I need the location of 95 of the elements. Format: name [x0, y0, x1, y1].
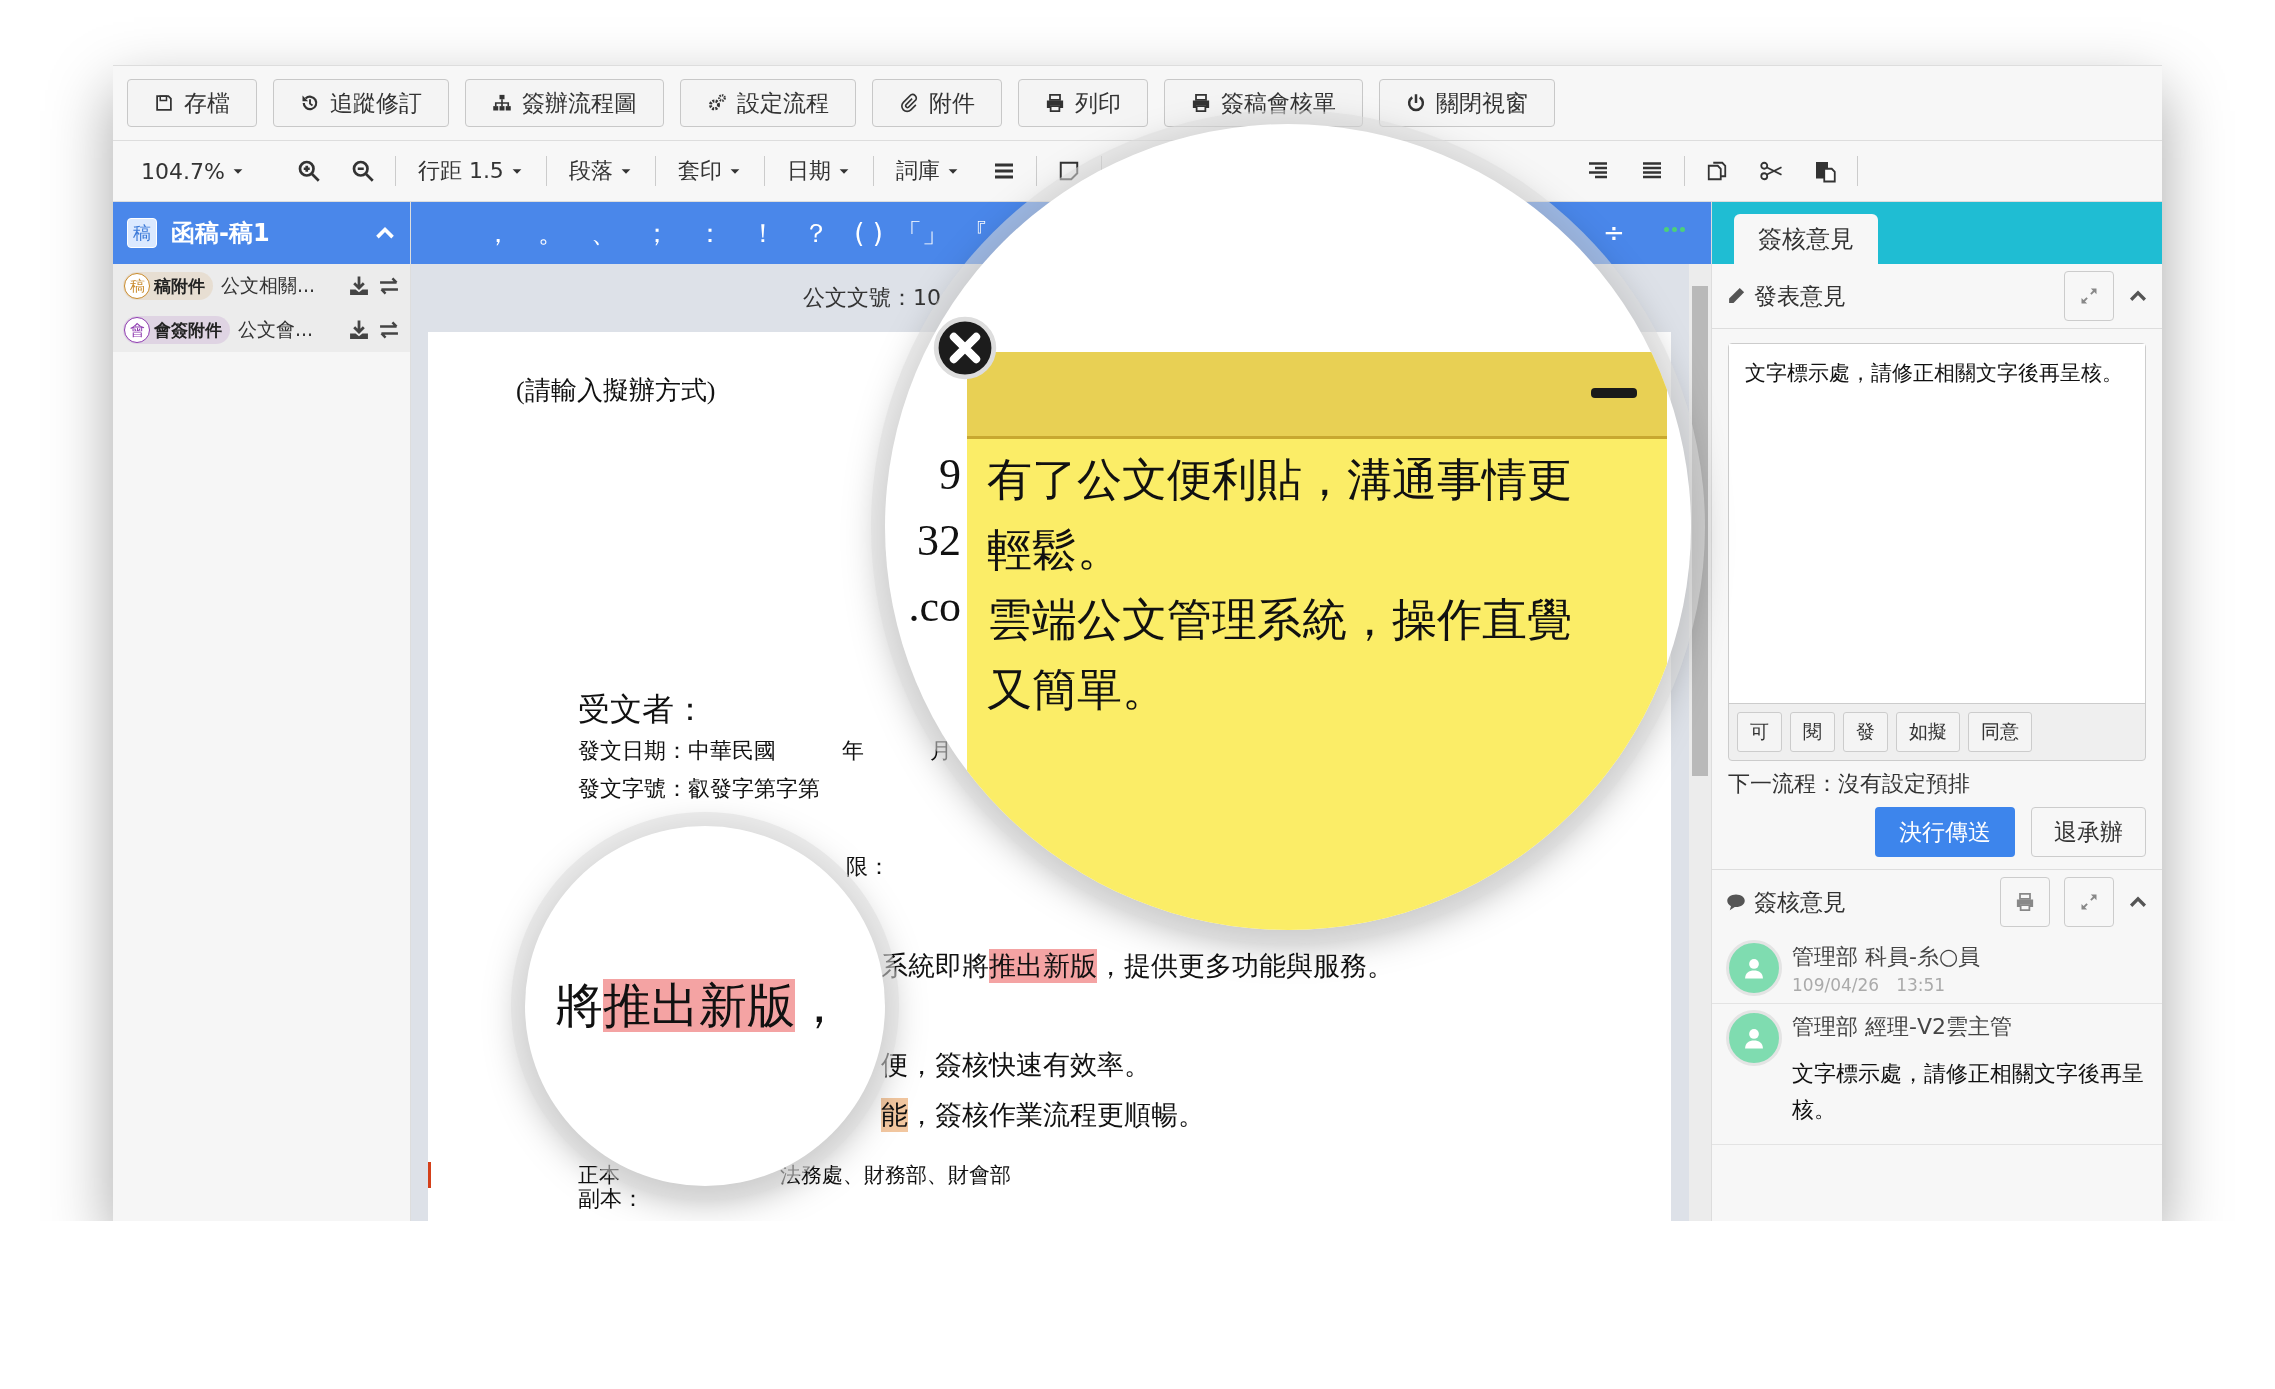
toolbar-button[interactable]: 存檔 — [127, 79, 257, 127]
pencil-icon — [1726, 286, 1746, 306]
punctuation-button[interactable]: ！ — [736, 215, 789, 251]
printer-icon — [1045, 93, 1065, 113]
badge-circle-icon: 會 — [124, 317, 150, 343]
author-name: 管理部 經理-V2雲主管 — [1792, 1013, 2013, 1041]
quick-phrase-button[interactable]: 發 — [1843, 712, 1888, 752]
dropdown[interactable]: 套印 — [665, 156, 754, 186]
document-text: 法務處、財務部、財會部 — [780, 1163, 1011, 1187]
toolbar-button[interactable]: 追蹤修訂 — [273, 79, 449, 127]
comment-text: 文字標示處，請修正相關文字後再呈核。 — [1792, 1060, 2145, 1124]
quick-phrase-button[interactable]: 閱 — [1790, 712, 1835, 752]
document-text: 系統即將 — [881, 951, 989, 981]
draft-icon: 稿 — [127, 218, 157, 248]
hierarchy-icon — [492, 93, 512, 113]
section-title: 簽核意見 — [1754, 887, 1846, 917]
expand-icon — [2079, 286, 2099, 306]
document-text: 能 — [881, 1098, 908, 1132]
close-button[interactable] — [933, 316, 997, 380]
expand-icon — [2079, 892, 2099, 912]
toolbar-button[interactable]: 附件 — [872, 79, 1002, 127]
punctuation-button[interactable]: 「」 — [895, 215, 948, 251]
badge-label: 稿附件 — [154, 274, 205, 298]
punctuation-button[interactable]: ， — [471, 215, 524, 251]
document-text: 便，簽核快速有效率。 — [881, 1050, 1151, 1080]
magnified-text: 將 — [555, 979, 603, 1032]
download-icon[interactable] — [348, 319, 370, 341]
punctuation-button[interactable]: 、 — [577, 215, 630, 251]
draft-title: 函稿-稿1 — [171, 218, 271, 249]
punctuation-button[interactable]: ； — [630, 215, 683, 251]
scissors-icon — [1758, 159, 1783, 183]
panel-tab[interactable]: 簽核意見 — [1734, 214, 1878, 264]
paperclip-icon — [899, 93, 919, 113]
print-button[interactable] — [2000, 877, 2050, 927]
send-button[interactable]: 決行傳送 — [1875, 807, 2015, 857]
document-text: ，簽核作業流程更順暢。 — [908, 1100, 1205, 1130]
punctuation-button[interactable]: ？ — [789, 215, 842, 251]
speech-bubble-icon — [1726, 892, 1746, 912]
dropdown[interactable]: 日期 — [774, 156, 863, 186]
power-icon — [1406, 93, 1426, 113]
printer-icon — [2015, 892, 2035, 912]
magnified-text: ， — [795, 979, 843, 1032]
sticky-note-text: 雲端公文管理系統，操作直覺又簡單。 — [987, 592, 1573, 718]
dropdown[interactable]: 詞庫 — [883, 156, 972, 186]
comment-input[interactable]: 文字標示處，請修正相關文字後再呈核。 — [1729, 344, 2145, 704]
document-text: 發文日期：中華民國 年 月 — [578, 738, 952, 763]
sticky-note-text: 有了公文便利貼，溝通事情更輕鬆。 — [987, 452, 1573, 578]
document-number: 公文文號：10 — [803, 284, 941, 312]
return-button[interactable]: 退承辦 — [2031, 807, 2146, 857]
document-text: 推出新版 — [989, 949, 1097, 983]
document-text: 限： — [846, 854, 890, 879]
toolbar-button[interactable]: 設定流程 — [680, 79, 856, 127]
attachment-link[interactable]: 公文相關... — [221, 273, 340, 299]
minimize-icon[interactable] — [1591, 388, 1637, 398]
punctuation-button[interactable]: ( ) — [842, 218, 895, 248]
zoom-in-icon — [296, 159, 321, 183]
swap-arrows-icon[interactable] — [378, 319, 400, 341]
scrollbar[interactable] — [1689, 264, 1711, 1221]
document-text: 9 — [939, 450, 961, 499]
document-text: 正本 — [578, 1163, 620, 1187]
document-text: .co — [908, 582, 961, 631]
printer-icon — [1191, 93, 1211, 113]
toolbar-button[interactable]: 列印 — [1018, 79, 1148, 127]
badge-circle-icon: 稿 — [124, 273, 150, 299]
toolbar-button[interactable]: 關閉視窗 — [1379, 79, 1555, 127]
badge-label: 會簽附件 — [154, 318, 222, 342]
toolbar-button[interactable]: 簽稿會核單 — [1164, 79, 1363, 127]
section-title: 發表意見 — [1754, 281, 1846, 311]
dropdown[interactable]: 行距 1.5 — [405, 156, 536, 186]
download-icon[interactable] — [348, 275, 370, 297]
attachment-link[interactable]: 公文會... — [238, 317, 340, 343]
punctuation-button[interactable]: ： — [683, 215, 736, 251]
punctuation-button[interactable]: 『 — [948, 215, 1001, 251]
toolbar-button[interactable]: 簽辦流程圖 — [465, 79, 664, 127]
document-text: ，提供更多功能與服務。 — [1097, 951, 1394, 981]
document-text: 32 — [917, 516, 961, 565]
gears-icon — [707, 93, 727, 113]
next-step-text: 下一流程：沒有設定預排 — [1727, 770, 1971, 798]
document-text: (請輸入擬辦方式) — [516, 376, 716, 405]
zoom-dropdown[interactable]: 104.7% — [129, 158, 257, 184]
document-text: 受文者： — [578, 691, 706, 727]
document-text: 副本： — [578, 1186, 644, 1211]
dropdown[interactable]: 段落 — [556, 156, 645, 186]
quick-phrase-button[interactable]: 可 — [1737, 712, 1782, 752]
magnified-text: 推出新版 — [603, 979, 795, 1032]
swap-arrows-icon[interactable] — [378, 275, 400, 297]
quick-phrase-button[interactable]: 同意 — [1968, 712, 2032, 752]
zoom-out-icon — [350, 159, 375, 183]
punctuation-button[interactable]: ÷ — [1600, 218, 1628, 248]
undo-icon — [300, 93, 320, 113]
quick-phrase-button[interactable]: 如擬 — [1896, 712, 1960, 752]
punctuation-button[interactable]: 。 — [524, 215, 577, 251]
timestamp: 109/04/26 13:51 — [1792, 974, 1947, 997]
author-name: 管理部 科員-糸○員 — [1792, 943, 1981, 971]
document-text: 發文字號：叡發字第字第 — [578, 776, 820, 801]
